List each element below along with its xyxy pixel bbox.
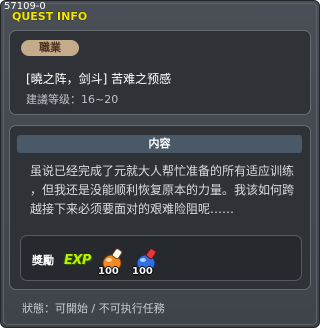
job-tag: 職業 (21, 40, 79, 56)
description-line: 越接下来必须要面对的艰难险阻呢…… (30, 202, 235, 216)
description-line: 虽说已经完成了元就大人帮忙准备的所有适应训练 (30, 164, 295, 178)
exp-icon: EXP (64, 253, 91, 268)
quest-status: 狀態：可開始 / 不可执行任務 (22, 302, 165, 315)
reward-label: 獎勵 (32, 254, 54, 267)
quest-description: 虽说已经完成了元就大人帮忙准备的所有适应训练 ，但我还是没能顺利恢复原本的力量。… (30, 162, 300, 219)
content-header: 内容 (17, 135, 302, 153)
window-title: QUEST INFO (12, 10, 88, 23)
quest-name: [曉之阵，剑斗] 苦难之预感 (26, 72, 172, 86)
quest-level-requirement: 建議等级：16~20 (26, 93, 119, 106)
item-count: 100 (98, 266, 119, 277)
blue-potion-icon[interactable]: 100 (132, 245, 162, 277)
item-count: 100 (132, 266, 153, 277)
orange-potion-icon[interactable]: 100 (98, 245, 128, 277)
description-line: ，但我还是没能顺利恢复原本的力量。我该如何跨 (30, 183, 295, 197)
